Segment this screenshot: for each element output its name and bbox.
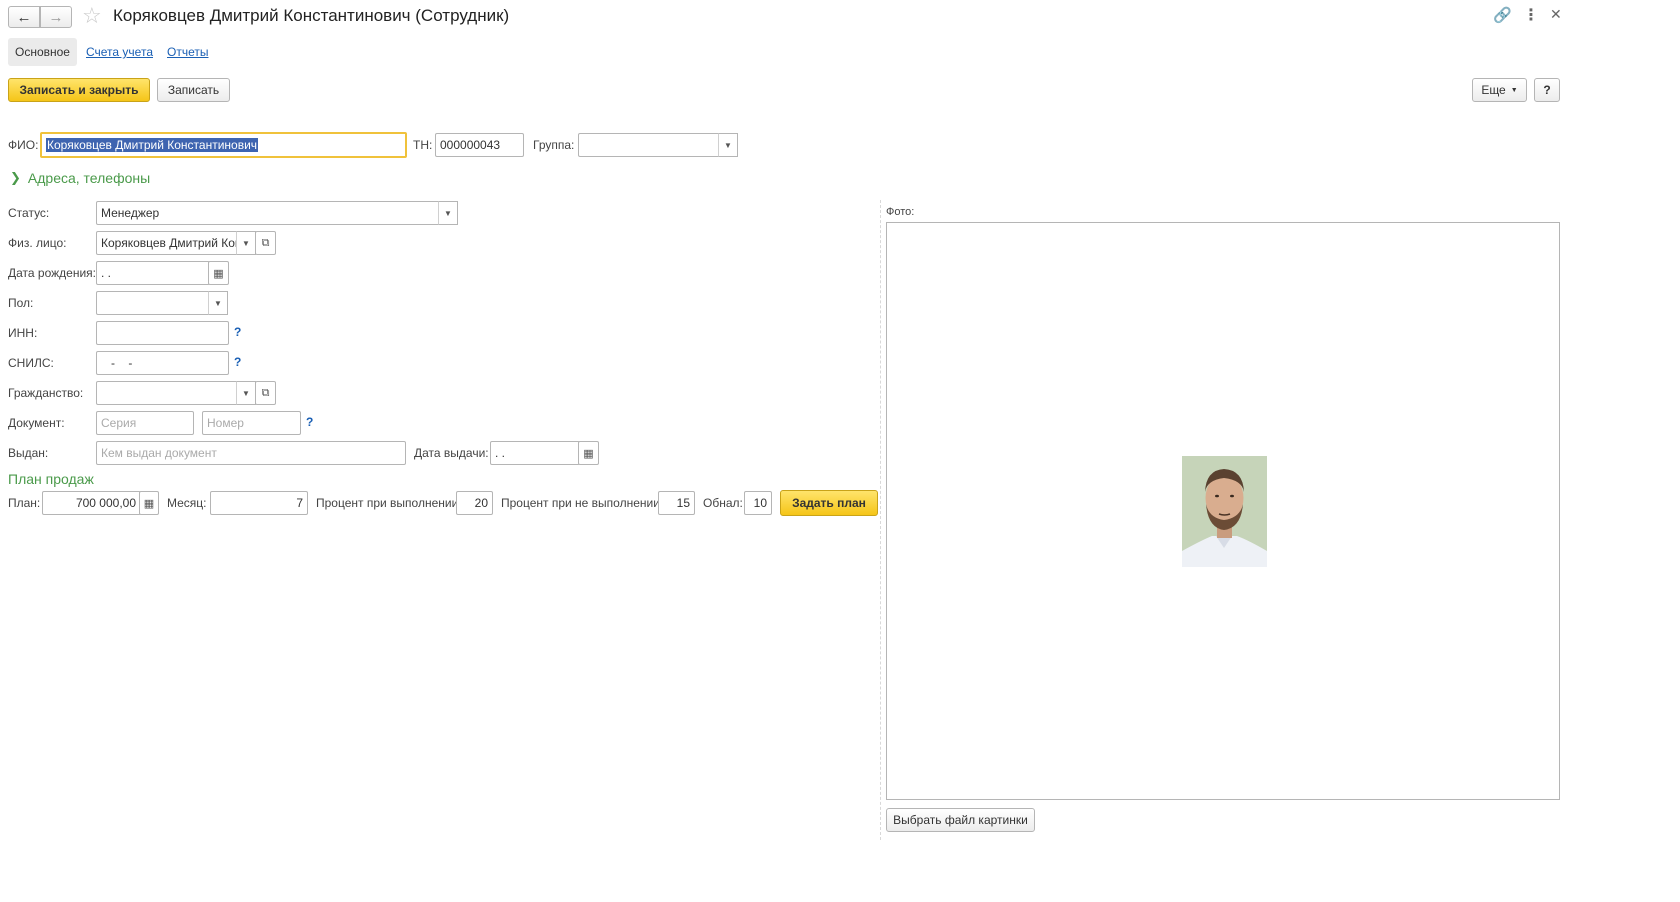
back-button[interactable]: ← — [8, 6, 40, 28]
person-label: Физ. лицо: — [8, 236, 67, 250]
help-button[interactable]: ? — [1534, 78, 1560, 102]
snils-label: СНИЛС: — [8, 356, 54, 370]
issue-date-label: Дата выдачи: — [414, 446, 489, 460]
addresses-toggle[interactable]: ❯ Адреса, телефоны — [10, 170, 150, 186]
doc-series-input[interactable]: Серия — [96, 411, 194, 435]
doc-number-input[interactable]: Номер — [202, 411, 301, 435]
birth-calendar-icon[interactable]: ▦ — [208, 261, 229, 285]
pct-done-input[interactable]: 20 — [456, 491, 493, 515]
citizenship-label: Гражданство: — [8, 386, 84, 400]
save-close-button[interactable]: Записать и закрыть — [8, 78, 150, 102]
inn-input[interactable] — [96, 321, 229, 345]
person-dropdown-icon[interactable]: ▼ — [236, 231, 256, 255]
link-icon[interactable]: 🔗 — [1493, 6, 1512, 24]
tab-reports[interactable]: Отчеты — [167, 45, 208, 59]
gender-dropdown-icon[interactable]: ▼ — [208, 291, 228, 315]
inn-help-icon[interactable]: ? — [234, 325, 241, 339]
fio-value: Коряковцев Дмитрий Константинович — [46, 138, 259, 152]
document-label: Документ: — [8, 416, 65, 430]
tn-label: ТН: — [413, 138, 433, 152]
pct-not-done-input[interactable]: 15 — [658, 491, 695, 515]
more-vertical-icon[interactable]: ⋮ — [1523, 5, 1539, 25]
snils-input[interactable]: - - — [96, 351, 229, 375]
tab-main[interactable]: Основное — [8, 38, 77, 66]
plan-calculator-icon[interactable]: ▦ — [139, 491, 159, 515]
group-dropdown-icon[interactable]: ▼ — [718, 133, 738, 157]
forward-button[interactable]: → — [40, 6, 72, 28]
forward-arrow-icon: → — [48, 8, 64, 26]
snils-help-icon[interactable]: ? — [234, 355, 241, 369]
plan-input[interactable]: 700 000,00 — [42, 491, 141, 515]
gender-label: Пол: — [8, 296, 34, 310]
sales-plan-title: План продаж — [8, 471, 94, 487]
photo-frame[interactable] — [886, 222, 1560, 800]
set-plan-button[interactable]: Задать план — [780, 490, 878, 516]
person-open-icon[interactable]: ⧉ — [255, 231, 276, 255]
cash-input[interactable]: 10 — [744, 491, 772, 515]
status-label: Статус: — [8, 206, 50, 220]
save-button[interactable]: Записать — [157, 78, 230, 102]
group-label: Группа: — [533, 138, 575, 152]
back-arrow-icon: ← — [16, 8, 32, 26]
issue-date-calendar-icon[interactable]: ▦ — [578, 441, 599, 465]
gender-select[interactable] — [96, 291, 210, 315]
status-select[interactable]: Менеджер — [96, 201, 440, 225]
more-button[interactable]: Еще ▼ — [1472, 78, 1527, 102]
citizenship-select[interactable] — [96, 381, 238, 405]
favorite-star-icon[interactable]: ☆ — [82, 3, 102, 29]
group-select[interactable] — [578, 133, 720, 157]
document-help-icon[interactable]: ? — [306, 415, 313, 429]
more-label: Еще — [1481, 83, 1506, 97]
tn-input[interactable]: 000000043 — [435, 133, 524, 157]
plan-label: План: — [8, 496, 41, 510]
employee-photo — [1182, 456, 1267, 567]
pct-done-label: Процент при выполнении: — [316, 496, 462, 510]
window-title: Коряковцев Дмитрий Константинович (Сотру… — [113, 6, 510, 25]
month-label: Месяц: — [167, 496, 207, 510]
inn-label: ИНН: — [8, 326, 38, 340]
choose-photo-button[interactable]: Выбрать файл картинки — [886, 808, 1035, 832]
month-input[interactable]: 7 — [210, 491, 308, 515]
column-divider — [880, 200, 881, 840]
addresses-label: Адреса, телефоны — [27, 170, 151, 186]
issued-input[interactable]: Кем выдан документ — [96, 441, 406, 465]
chevron-down-icon: ▼ — [1510, 86, 1518, 94]
close-icon[interactable]: ✕ — [1550, 6, 1562, 23]
issue-date-input[interactable]: . . — [490, 441, 580, 465]
fio-input[interactable]: Коряковцев Дмитрий Константинович — [40, 132, 407, 158]
fio-label: ФИО: — [8, 138, 39, 152]
photo-label: Фото: — [886, 206, 915, 218]
cash-label: Обнал: — [703, 496, 743, 510]
citizenship-dropdown-icon[interactable]: ▼ — [236, 381, 256, 405]
chevron-right-icon: ❯ — [10, 170, 21, 185]
tab-main-label: Основное — [15, 45, 70, 59]
person-select[interactable]: Коряковцев Дмитрий Константинович — [96, 231, 238, 255]
birth-input[interactable]: . . — [96, 261, 210, 285]
tab-accounts[interactable]: Счета учета — [86, 45, 153, 59]
citizenship-open-icon[interactable]: ⧉ — [255, 381, 276, 405]
issued-label: Выдан: — [8, 446, 49, 460]
pct-not-done-label: Процент при не выполнении: — [501, 496, 664, 510]
birth-label: Дата рождения: — [8, 266, 96, 280]
status-dropdown-icon[interactable]: ▼ — [438, 201, 458, 225]
